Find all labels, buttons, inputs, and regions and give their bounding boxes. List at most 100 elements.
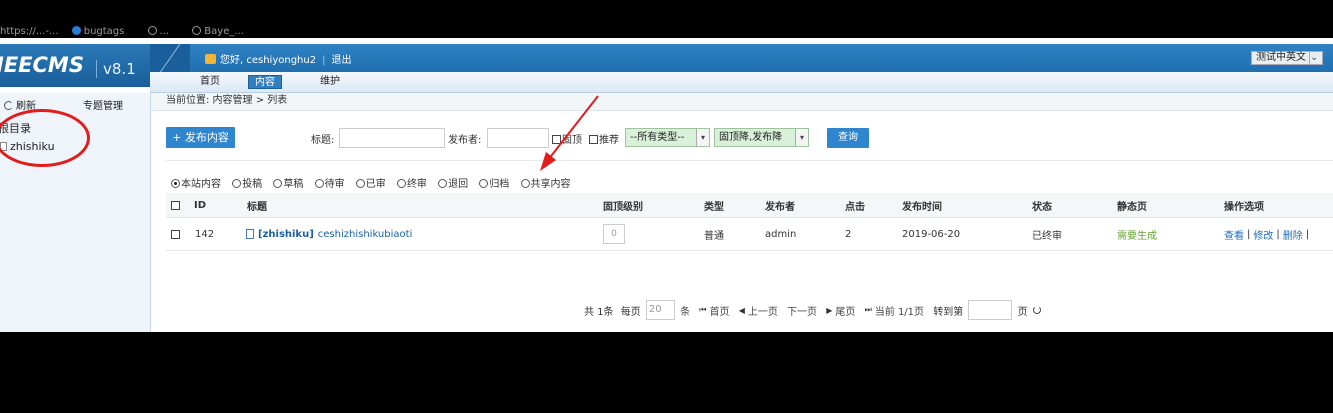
publish-content-button[interactable]: + 发布内容	[166, 127, 235, 148]
col-id: ID	[194, 199, 207, 211]
bookmark-item[interactable]: ...	[147, 26, 180, 37]
row-clicks: 2	[845, 228, 852, 240]
recommend-checkbox[interactable]: 推荐	[589, 131, 619, 146]
filter-shared[interactable]: 共享内容	[520, 175, 571, 190]
tab-home[interactable]: 首页	[194, 75, 226, 89]
language-switch-button[interactable]: 测试中英文 ⌄	[1251, 51, 1323, 65]
pagination: 共 1条 每页 20 条 ⏮ 首页 ◀ 上一页 下一页 ▶ 尾页 ⏭ 当前 1/1页 转…	[584, 300, 1041, 320]
globe-icon	[147, 26, 157, 35]
tab-maintenance[interactable]: 维护	[314, 75, 346, 89]
row-checkbox[interactable]	[171, 218, 180, 250]
version-label: v8.1	[96, 60, 136, 78]
bookmark-item[interactable]: https://...-...	[0, 26, 59, 37]
logo: JEECMS	[0, 53, 84, 77]
radio-button[interactable]	[232, 179, 242, 188]
filter-final-approved[interactable]: 终审	[396, 175, 427, 190]
title-input[interactable]	[339, 128, 445, 148]
radio-button[interactable]	[520, 179, 530, 188]
radio-button[interactable]	[355, 179, 365, 188]
row-publish-time: 2019-06-20	[902, 228, 961, 240]
next-page-link[interactable]: 下一页	[787, 303, 817, 318]
row-operations: 查看 | 修改 | 删除 |	[1224, 227, 1310, 242]
pager-total: 共 1条	[584, 306, 614, 318]
radio-button[interactable]	[314, 179, 324, 188]
first-page-icon: ⏮	[699, 305, 707, 314]
radio-button[interactable]	[479, 179, 489, 188]
col-publish-time: 发布时间	[902, 201, 942, 213]
topic-manage-link[interactable]: 专题管理	[83, 97, 123, 112]
bookmark-item[interactable]: Baye_...	[192, 26, 254, 37]
top-level-input[interactable]: 0	[603, 224, 625, 244]
bugtags-icon	[71, 26, 81, 35]
prev-page-link[interactable]: 上一页	[748, 303, 778, 318]
col-status: 状态	[1032, 201, 1052, 213]
sidebar: 刷新 专题管理 根目录 zhishiku	[0, 93, 151, 332]
refresh-icon	[4, 101, 13, 110]
col-publisher: 发布者	[765, 201, 795, 213]
radio-button[interactable]	[396, 179, 406, 188]
table-row: 142 [zhishiku] ceshizhishikubiaoti 0 普通 a…	[166, 218, 1333, 251]
sidebar-toolbar: 刷新 专题管理	[0, 97, 150, 112]
divider: |	[322, 55, 326, 66]
row-id: 142	[195, 228, 215, 240]
user-icon	[205, 54, 216, 64]
status-filter-group: 本站内容 投稿 草稿 待审 已审 终审 退回 归档 共享内容	[171, 175, 579, 190]
delete-link[interactable]: 删除	[1283, 227, 1303, 242]
filter-approved[interactable]: 已审	[355, 175, 386, 190]
last-page-link[interactable]: 尾页	[835, 303, 855, 318]
publisher-input[interactable]	[487, 128, 549, 148]
filter-submission[interactable]: 投稿	[232, 175, 262, 190]
channel-tag: [zhishiku]	[258, 228, 314, 240]
radio-button[interactable]	[438, 179, 448, 188]
main-content: 当前位置: 内容管理 > 列表 + 发布内容 标题: 发布者: 固顶 推荐 --…	[151, 93, 1333, 332]
chevron-down-icon: ⌄	[1309, 52, 1319, 64]
language-label: 测试中英文	[1256, 52, 1306, 63]
view-link[interactable]: 查看	[1224, 227, 1244, 242]
next-page-icon: ▶	[826, 305, 833, 315]
filter-site-content[interactable]: 本站内容	[171, 175, 221, 190]
radio-button[interactable]	[171, 179, 180, 188]
page-label: 页	[1017, 306, 1028, 318]
fixed-top-label: 固顶	[562, 135, 582, 146]
pager-per-page-label: 每页	[620, 306, 641, 318]
row-title[interactable]: ceshizhishikubiaoti	[318, 229, 413, 240]
first-page-link[interactable]: 首页	[710, 303, 730, 318]
document-icon	[246, 229, 254, 239]
filter-draft[interactable]: 草稿	[273, 175, 303, 190]
type-select[interactable]: --所有类型-- ▾	[625, 128, 710, 147]
col-static-page: 静态页	[1117, 201, 1147, 213]
row-title-link[interactable]: [zhishiku] ceshizhishikubiaoti	[246, 218, 412, 250]
filter-returned[interactable]: 退回	[438, 175, 468, 190]
last-page-icon: ⏭	[864, 305, 872, 314]
header: JEECMS v8.1 您好, ceshiyonghu2 | 退出 测试中英文 ⌄ 首…	[0, 38, 1333, 93]
sort-select[interactable]: 固顶降,发布降 ▾	[714, 128, 809, 147]
fixed-top-checkbox[interactable]: 固顶	[552, 131, 582, 146]
filter-archived[interactable]: 归档	[479, 175, 509, 190]
edit-link[interactable]: 修改	[1253, 227, 1273, 242]
select-all-checkbox[interactable]	[171, 193, 180, 217]
logout-link[interactable]: 退出	[331, 55, 351, 66]
row-status: 已终审	[1032, 230, 1062, 242]
bookmark-item[interactable]: bugtags	[71, 26, 135, 37]
col-type: 类型	[704, 201, 724, 213]
filter-pending[interactable]: 待审	[314, 175, 345, 190]
divider	[166, 160, 1333, 161]
logo-area: JEECMS v8.1	[0, 44, 150, 87]
breadcrumb: 当前位置: 内容管理 > 列表	[151, 93, 1333, 111]
tab-content[interactable]: 内容	[248, 75, 282, 89]
row-static-page[interactable]: 需要生成	[1117, 218, 1157, 250]
main-nav: 首页 内容 维护	[150, 72, 1333, 93]
col-top-level: 固顶级别	[603, 201, 643, 213]
chevron-down-icon: ▾	[795, 129, 808, 146]
checkbox[interactable]	[552, 135, 561, 144]
radio-button[interactable]	[273, 179, 283, 188]
row-type: 普通	[704, 230, 724, 242]
checkbox[interactable]	[589, 135, 598, 144]
browser-top-strip: https://...-... bugtags ... Baye_...	[0, 0, 1333, 38]
sort-select-value: 固顶降,发布降	[719, 132, 783, 143]
refresh-icon[interactable]	[1032, 306, 1041, 314]
row-top-level[interactable]: 0	[603, 218, 625, 250]
per-page-input[interactable]: 20	[645, 300, 675, 320]
goto-page-input[interactable]	[968, 300, 1013, 320]
query-button[interactable]: 查询	[827, 128, 869, 148]
